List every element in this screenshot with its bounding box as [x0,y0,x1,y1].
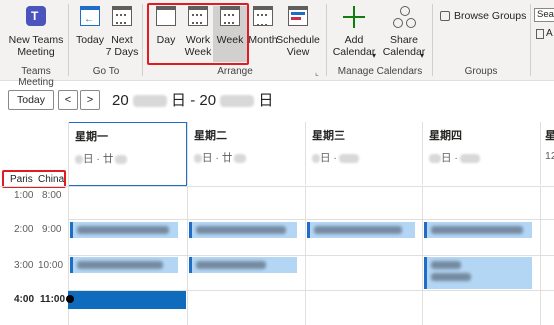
group-label-arrange: Arrange [217,66,253,77]
teams-icon: T [24,4,48,30]
calendar-event[interactable] [424,222,532,238]
month-view-button[interactable]: Month [248,4,278,46]
go-to-today-button[interactable]: Today [8,90,54,110]
today-button[interactable]: ← Today [74,4,106,46]
calendar-event[interactable] [189,222,297,238]
day-header-tuesday[interactable]: 星期二 日 · 廿 [187,122,305,185]
time-paris-4: 4:00 [14,294,35,305]
calendar-nav-bar: Today < > 20 日 - 20 日 [0,86,554,116]
date-range-title: 20 日 - 20 日 [112,92,274,109]
chevron-down-icon[interactable]: ▾ [420,51,424,60]
calendar-event[interactable] [70,222,178,238]
time-paris-1: 1:00 [14,190,34,201]
dialog-launcher-icon[interactable]: ⌞ [315,68,319,77]
schedule-view-icon [286,4,310,30]
search-people-input[interactable]: Searc [534,8,554,22]
day-header-monday[interactable]: 星期一 日 · 廿 [68,122,187,186]
address-book-button[interactable]: A [536,28,553,39]
calendar-event[interactable] [424,257,532,289]
day-header-friday[interactable]: 星 12 [540,122,554,185]
calendar-7-icon [110,4,134,30]
group-label-go-to: Go To [92,66,120,77]
time-paris-2: 2:00 [14,224,34,235]
share-calendar-button[interactable]: Share Calendar [380,4,428,58]
new-teams-meeting-button[interactable]: T New Teams Meeting [8,4,64,58]
calendar-event[interactable] [189,257,297,273]
week-calendar-grid: 星期一 日 · 廿 星期二 日 · 廿 星期三 日 · 星期四 日 · 星 12… [0,122,554,325]
share-icon [392,4,416,30]
time-china-8: 8:00 [42,190,62,201]
current-time-slot[interactable] [68,291,186,309]
chevron-down-icon[interactable]: ▾ [372,51,376,60]
add-calendar-button[interactable]: Add Calendar [330,4,378,58]
next-week-button[interactable]: > [80,90,100,110]
schedule-view-button[interactable]: Schedule View [276,4,320,58]
calendar-event[interactable] [70,257,178,273]
ribbon: T New Teams Meeting Teams Meeting ← Toda… [0,0,554,88]
next-7-days-button[interactable]: Next 7 Days [106,4,138,58]
group-label-groups: Groups [464,66,498,77]
previous-week-button[interactable]: < [58,90,78,110]
time-paris-3: 3:00 [14,260,34,271]
day-header-thursday[interactable]: 星期四 日 · [422,122,540,185]
groups-icon [440,11,450,21]
calendar-month-icon [251,4,275,30]
group-label-teams-meeting: Teams Meeting [18,66,54,88]
address-book-icon [536,28,544,39]
day-header-wednesday[interactable]: 星期三 日 · [305,122,422,185]
calendar-back-icon: ← [78,4,102,30]
time-china-10: 10:00 [38,260,64,271]
group-label-manage-calendars: Manage Calendars [337,66,423,77]
time-china-11: 11:00 [40,294,66,305]
view-buttons-highlight-box [147,3,249,65]
calendar-event[interactable] [307,222,415,238]
plus-icon [342,4,366,30]
browse-groups-button[interactable]: Browse Groups [440,10,526,22]
current-time-marker [66,295,74,303]
time-china-9: 9:00 [42,224,62,235]
